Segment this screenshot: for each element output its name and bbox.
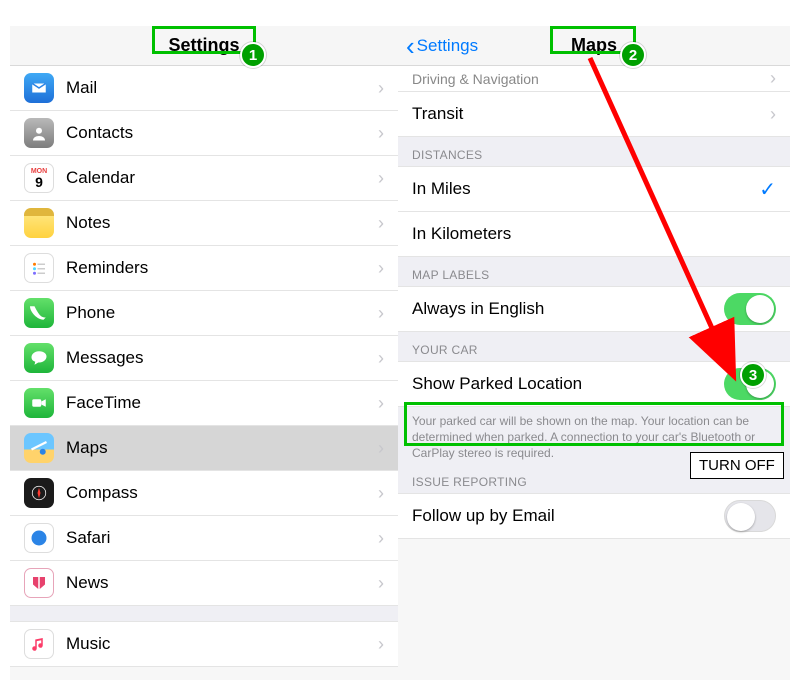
facetime-icon [24, 388, 54, 418]
settings-row-compass[interactable]: Compass› [10, 471, 398, 516]
chevron-right-icon: › [378, 438, 384, 459]
checkmark-icon: ✓ [759, 177, 776, 202]
maps-row-transit[interactable]: Transit› [398, 92, 790, 137]
section-issue-header: ISSUE REPORTING [398, 472, 790, 494]
settings-list[interactable]: Mail› Contacts› MON9Calendar› Notes› Rem… [10, 66, 398, 667]
contacts-icon [24, 118, 54, 148]
maps-settings-list[interactable]: Driving & Navigation› Transit› DISTANCES… [398, 66, 790, 539]
section-your-car-header: YOUR CAR [398, 332, 790, 362]
chevron-right-icon: › [378, 78, 384, 99]
chevron-right-icon: › [378, 168, 384, 189]
settings-row-messages[interactable]: Messages› [10, 336, 398, 381]
settings-row-news[interactable]: News› [10, 561, 398, 606]
chevron-right-icon: › [378, 348, 384, 369]
follow-up-email-toggle[interactable] [724, 500, 776, 532]
safari-icon [24, 523, 54, 553]
news-icon [24, 568, 54, 598]
chevron-right-icon: › [378, 483, 384, 504]
calendar-icon: MON9 [24, 163, 54, 193]
maps-settings-panel: ‹ Settings Maps Driving & Navigation› Tr… [398, 26, 790, 680]
chevron-right-icon: › [378, 303, 384, 324]
chevron-right-icon: › [378, 528, 384, 549]
chevron-right-icon: › [378, 213, 384, 234]
music-icon [24, 629, 54, 659]
settings-row-music[interactable]: Music› [10, 622, 398, 667]
section-distances-header: DISTANCES [398, 137, 790, 167]
settings-row-reminders[interactable]: Reminders› [10, 246, 398, 291]
your-car-note: Your parked car will be shown on the map… [398, 407, 790, 472]
settings-title: Settings [168, 35, 239, 56]
toggle-row-always-english: Always in English [398, 287, 790, 332]
reminders-icon [24, 253, 54, 283]
compass-icon [24, 478, 54, 508]
settings-row-contacts[interactable]: Contacts› [10, 111, 398, 156]
list-gap [10, 606, 398, 622]
settings-row-notes[interactable]: Notes› [10, 201, 398, 246]
chevron-right-icon: › [378, 573, 384, 594]
mail-icon [24, 73, 54, 103]
chevron-right-icon: › [378, 634, 384, 655]
maps-title: Maps [571, 35, 617, 56]
back-button[interactable]: ‹ Settings [406, 36, 478, 56]
notes-icon [24, 208, 54, 238]
back-label: Settings [417, 36, 478, 56]
tutorial-screenshot: Settings Mail› Contacts› MON9Calendar› N… [0, 0, 800, 690]
settings-row-maps[interactable]: Maps› [10, 426, 398, 471]
maps-icon [24, 433, 54, 463]
chevron-right-icon: › [378, 123, 384, 144]
settings-navbar: Settings [10, 26, 398, 66]
option-in-kilometers[interactable]: In Kilometers [398, 212, 790, 257]
chevron-right-icon: › [770, 68, 776, 89]
phone-icon [24, 298, 54, 328]
settings-row-facetime[interactable]: FaceTime› [10, 381, 398, 426]
settings-row-mail[interactable]: Mail› [10, 66, 398, 111]
maps-navbar: ‹ Settings Maps [398, 26, 790, 66]
messages-icon [24, 343, 54, 373]
chevron-right-icon: › [770, 104, 776, 125]
maps-row-driving[interactable]: Driving & Navigation› [398, 66, 790, 92]
always-english-toggle[interactable] [724, 293, 776, 325]
settings-row-phone[interactable]: Phone› [10, 291, 398, 336]
toggle-row-follow-up: Follow up by Email [398, 494, 790, 539]
settings-row-safari[interactable]: Safari› [10, 516, 398, 561]
show-parked-location-toggle[interactable] [724, 368, 776, 400]
option-in-miles[interactable]: In Miles✓ [398, 167, 790, 212]
settings-row-calendar[interactable]: MON9Calendar› [10, 156, 398, 201]
section-map-labels-header: MAP LABELS [398, 257, 790, 287]
toggle-row-show-parked: Show Parked Location [398, 362, 790, 407]
chevron-right-icon: › [378, 258, 384, 279]
settings-root-panel: Settings Mail› Contacts› MON9Calendar› N… [10, 26, 398, 680]
chevron-right-icon: › [378, 393, 384, 414]
